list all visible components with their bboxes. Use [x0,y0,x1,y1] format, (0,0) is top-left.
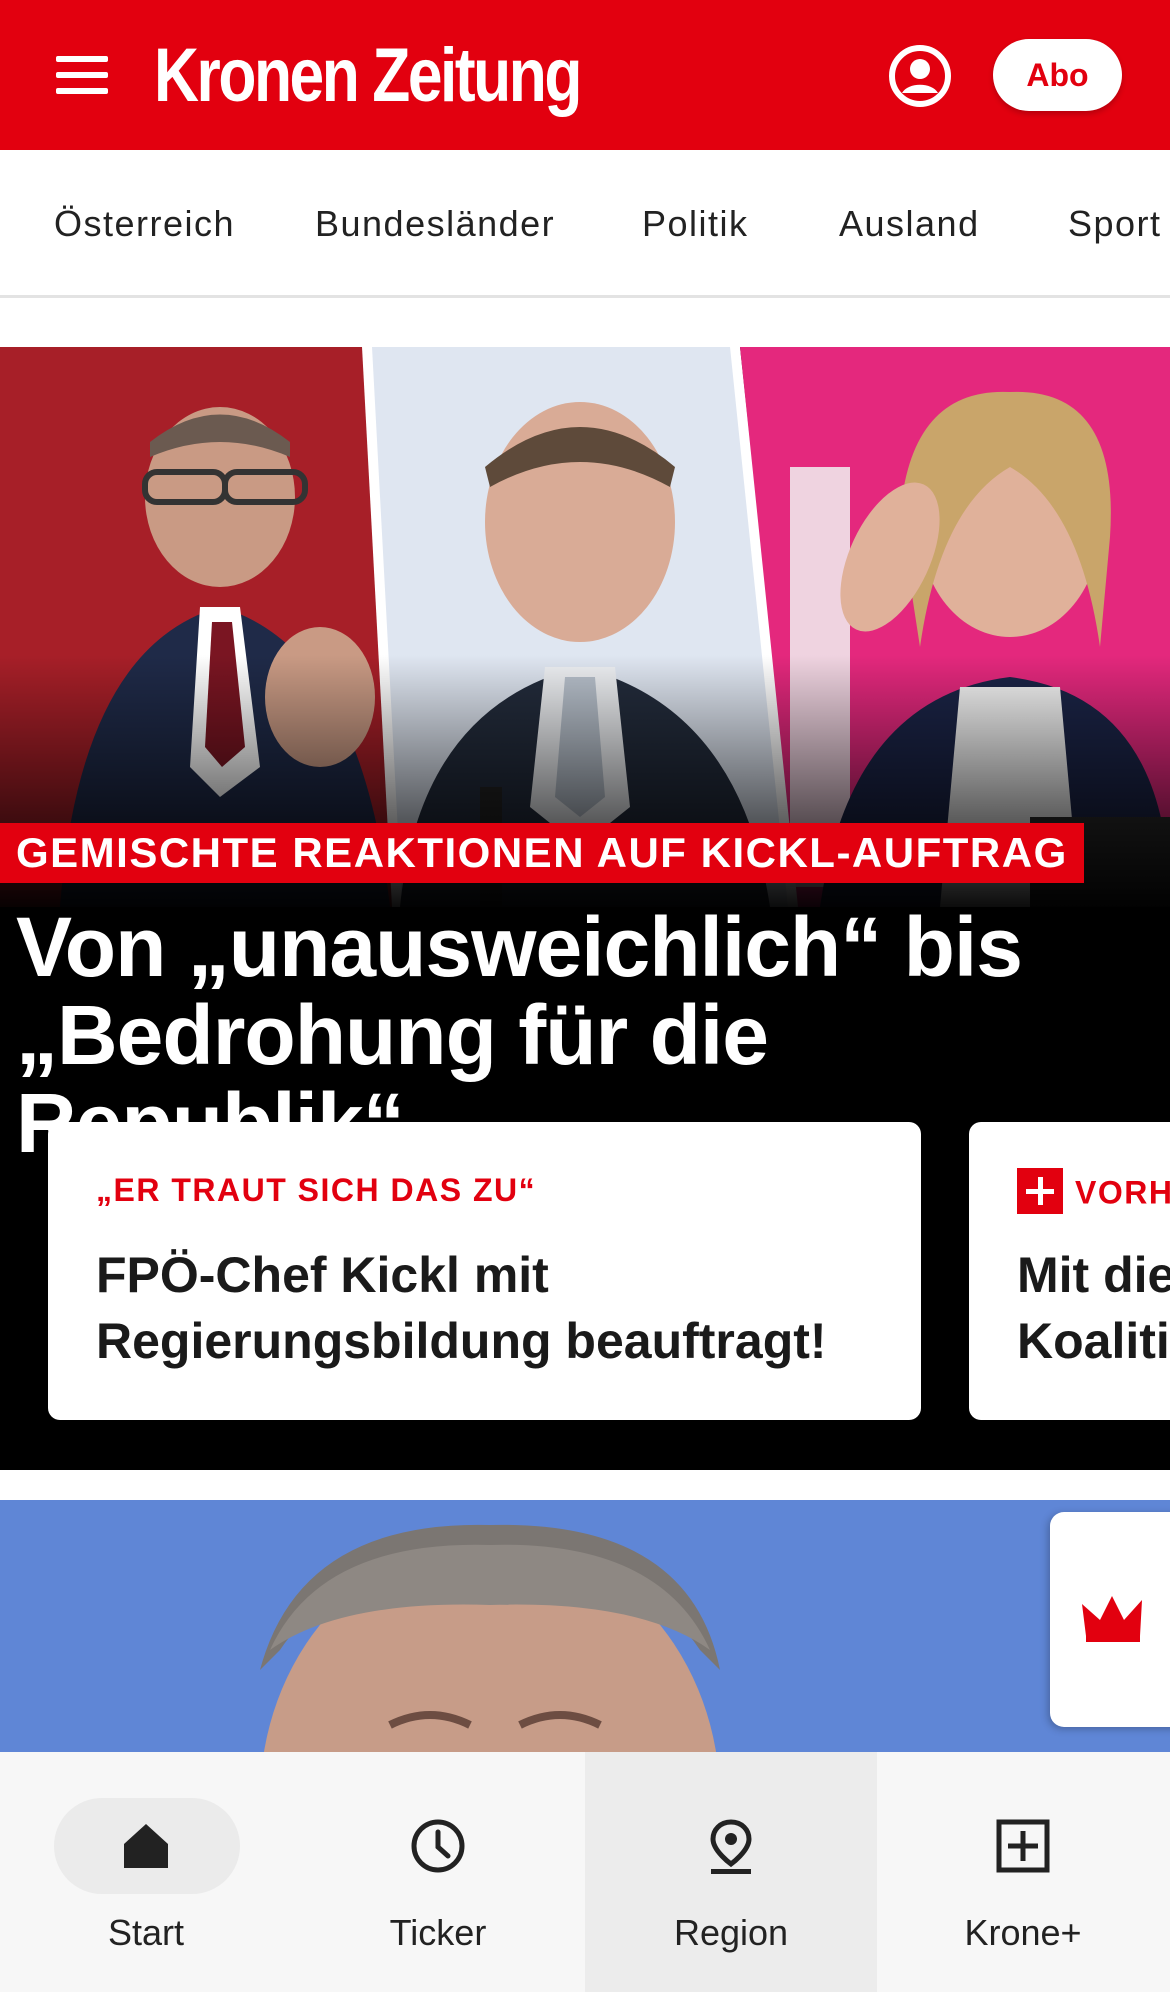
hamburger-menu-icon[interactable] [52,50,116,100]
bottom-nav-ticker[interactable]: Ticker [292,1752,584,1992]
bottom-nav-krone-plus[interactable]: Krone+ [877,1752,1169,1992]
krone-crown-icon [1082,1596,1142,1642]
clock-icon [411,1819,465,1873]
card-kicker-text: VORH [1075,1174,1170,1211]
card-kicker: VORH [1017,1168,1170,1218]
bottom-navigation: Start Ticker Region Krone+ [0,1752,1170,1992]
hero-story[interactable]: GEMISCHTE REAKTIONEN AUF KICKL-AUFTRAG V… [0,347,1170,1470]
nav-item-sport[interactable]: Sport [1068,150,1162,295]
section-nav: Österreich Bundesländer Politik Ausland … [0,150,1170,298]
card-headline-line-2: Koaliti [1017,1313,1170,1369]
card-headline-line-1: FPÖ-Chef Kickl mit [96,1247,549,1303]
user-account-icon[interactable] [888,44,952,108]
bottom-nav-label: Region [673,1912,789,1953]
card-kicker: „ER TRAUT SICH DAS ZU“ [96,1172,537,1208]
card-headline-line-1: Mit die [1017,1247,1170,1303]
top-app-bar: Kronen Zeitung Abo [0,0,1170,150]
nav-item-ausland[interactable]: Ausland [839,150,980,295]
krone-plus-icon [1017,1168,1063,1214]
card-headline: FPÖ-Chef Kickl mit Regierungsbildung bea… [96,1242,896,1374]
app-screen: Kronen Zeitung Abo Österreich Bundesländ… [0,0,1170,1992]
hero-overline: GEMISCHTE REAKTIONEN AUF KICKL-AUFTRAG [0,823,1084,883]
location-pin-icon [710,1819,752,1874]
card-headline-line-2: Regierungsbildung beauftragt! [96,1313,827,1369]
bottom-nav-label: Start [107,1912,185,1953]
bottom-nav-start[interactable]: Start [0,1752,292,1992]
hero-headline-line-1: Von „unausweichlich“ bis [16,900,1023,994]
home-icon [124,1824,168,1868]
related-article-card[interactable]: „ER TRAUT SICH DAS ZU“ FPÖ-Chef Kickl mi… [48,1122,921,1420]
krone-side-tab[interactable] [1050,1512,1170,1727]
nav-item-oesterreich[interactable]: Österreich [54,150,235,295]
plus-box-icon [996,1819,1050,1873]
related-article-card-krone-plus[interactable]: VORH Mit die Koaliti [969,1122,1170,1420]
nav-item-politik[interactable]: Politik [642,150,749,295]
bottom-nav-region[interactable]: Region [585,1752,877,1992]
bottom-nav-label: Krone+ [964,1912,1082,1953]
logo[interactable]: Kronen Zeitung [154,30,582,122]
bottom-nav-label: Ticker [389,1912,487,1953]
nav-item-bundeslaender[interactable]: Bundesländer [315,150,555,295]
article-teaser-image [0,1500,1170,1752]
card-headline: Mit die Koaliti [1017,1242,1170,1374]
article-teaser[interactable] [0,1500,1170,1752]
abo-button[interactable]: Abo [993,39,1122,111]
